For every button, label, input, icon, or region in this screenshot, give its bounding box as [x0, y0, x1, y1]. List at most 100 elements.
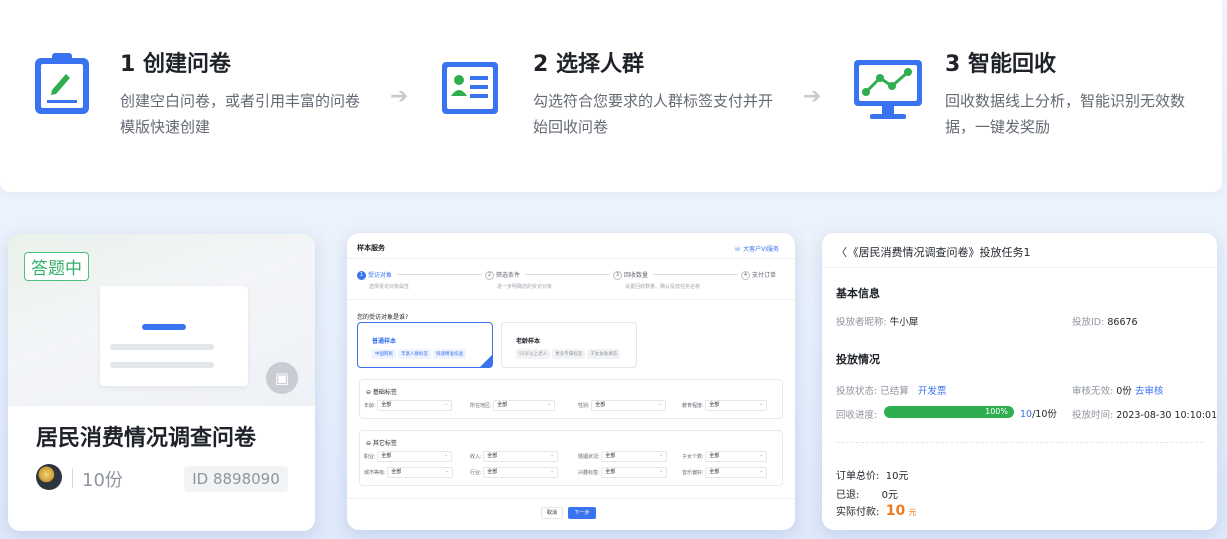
- invalid-label: 审核无效:: [1072, 386, 1114, 397]
- arrow-right-icon: ➔: [390, 84, 409, 109]
- status-title: 投放情况: [836, 353, 880, 366]
- back-icon[interactable]: 〈: [836, 246, 847, 259]
- job-select[interactable]: 职业: 全部: [364, 451, 453, 462]
- field-label: 收入:: [470, 454, 482, 460]
- order-total-label: 订单总价:: [836, 471, 880, 482]
- document-illustration: [100, 286, 248, 386]
- sample-service-card: 样本服务 ☏ 大客户VI服务 1 受访对象 2 筛选条件 3 回收数量 4 支付订单 选…: [347, 233, 795, 530]
- status-label: 投放状态:: [836, 386, 878, 397]
- select-value[interactable]: 全部: [483, 451, 559, 462]
- select-value[interactable]: 全部: [387, 467, 454, 478]
- nickname-value: 牛小犀: [889, 317, 919, 328]
- order-total-value: 10元: [885, 471, 909, 482]
- field-label: 行业:: [470, 470, 482, 476]
- field-label: 城市等级:: [364, 470, 386, 476]
- option-normal-sample[interactable]: 普通样本 中国网民 丰富人群标签 快速精准投送: [357, 322, 493, 368]
- select-value[interactable]: 全部: [601, 451, 668, 462]
- response-count: 10份: [82, 470, 123, 491]
- paid-unit: 元: [908, 508, 917, 517]
- field-label: 音乐偏好:: [682, 470, 704, 476]
- music-select[interactable]: 音乐偏好: 全部: [682, 467, 768, 478]
- marital-select[interactable]: 婚姻状况: 全部: [578, 451, 668, 462]
- field-label: 兴趣标签:: [578, 470, 600, 476]
- option-senior-sample[interactable]: 老龄样本 55岁以上老人 更多专属标签 子女协助填答: [501, 322, 637, 368]
- education-select[interactable]: 教育程度: 全部: [682, 400, 768, 411]
- paid-value: 10: [885, 503, 906, 519]
- status-badge: 答题中: [24, 252, 89, 281]
- field-label: 所在地区:: [470, 403, 492, 409]
- select-value[interactable]: 全部: [591, 400, 667, 411]
- progress-total: /10份: [1032, 409, 1057, 420]
- time-row: 投放时间: 2023-08-30 10:10:01: [1072, 407, 1217, 421]
- basic-tags-section: ⊖ 基础标签 年龄: 全部 所在地区: 全部 性别: 全部 教育程度: 全部: [359, 379, 783, 419]
- step-2[interactable]: 2 筛选条件: [485, 270, 520, 280]
- panel-title: 样本服务: [357, 244, 385, 252]
- select-value[interactable]: 全部: [483, 467, 559, 478]
- field-label: 婚姻状况:: [578, 454, 600, 460]
- nickname-row: 投放者昵称: 牛小犀: [836, 314, 918, 328]
- gender-select[interactable]: 性别: 全部: [578, 400, 667, 411]
- step-desc: 创建空白问卷，或者引用丰富的问卷模版快速创建: [120, 92, 361, 136]
- invoice-link[interactable]: 开发票: [918, 386, 947, 397]
- refund-row: 已退: 0元: [836, 486, 898, 501]
- paid-row: 实际付款: 10 元: [836, 503, 916, 519]
- city-level-select[interactable]: 城市等级: 全部: [364, 467, 454, 478]
- select-value[interactable]: 全部: [493, 400, 556, 411]
- step-title: 2 选择人群: [533, 52, 644, 77]
- headset-icon: ☏: [733, 246, 742, 253]
- select-value[interactable]: 全部: [705, 467, 768, 478]
- step-subtitle: 进一步明确您的受访对象: [497, 284, 553, 290]
- task-title: 《居民消费情况调查问卷》投放任务1: [853, 246, 1031, 259]
- step-subtitle: 选择受访对象属性: [369, 284, 410, 290]
- task-id-row: 投放ID: 86676: [1072, 314, 1138, 328]
- industry-select[interactable]: 行业: 全部: [470, 467, 559, 478]
- task-id-label: 投放ID:: [1072, 317, 1105, 328]
- children-select[interactable]: 子女个数: 全部: [682, 451, 768, 462]
- invalid-value: 0份: [1116, 386, 1132, 397]
- survey-cover: 答题中 ▣: [8, 234, 315, 406]
- step-3[interactable]: 3 回收数量: [613, 270, 648, 280]
- interest-select[interactable]: 兴趣标签: 全部: [578, 467, 668, 478]
- region-select[interactable]: 所在地区: 全部: [470, 400, 556, 411]
- step-1[interactable]: 1 受访对象: [357, 270, 392, 280]
- status-row: 投放状态: 已结算 开发票: [836, 383, 946, 397]
- step-subtitle: 设置回收数量、确认投放任务名称: [625, 284, 701, 290]
- other-tags-section: ⊖ 其它标签 职业: 全部 收入: 全部 婚姻状况: 全部 子女个数: 全部 城…: [359, 430, 783, 486]
- order-total-row: 订单总价: 10元: [836, 467, 908, 482]
- survey-title: 居民消费情况调查问卷: [36, 426, 257, 451]
- tag: 55岁以上老人: [516, 349, 551, 359]
- step-desc: 勾选符合您要求的人群标签支付并开始回收问卷: [533, 92, 774, 136]
- step-number: 4: [741, 271, 750, 280]
- step-number: 3: [613, 271, 622, 280]
- age-select[interactable]: 年龄: 全部: [364, 400, 453, 411]
- review-link[interactable]: 去审核: [1135, 386, 1164, 397]
- select-value[interactable]: 全部: [705, 400, 768, 411]
- next-button[interactable]: 下一步: [568, 507, 596, 519]
- time-value: 2023-08-30 10:10:01: [1116, 410, 1217, 421]
- step-title: 3 智能回收: [945, 52, 1056, 77]
- paid-label: 实际付款:: [836, 507, 880, 518]
- step-label: 筛选条件: [496, 272, 521, 279]
- select-value[interactable]: 全部: [705, 451, 768, 462]
- progress-done: 10: [1020, 409, 1033, 420]
- select-value[interactable]: 全部: [377, 451, 453, 462]
- select-value[interactable]: 全部: [377, 400, 453, 411]
- section-title[interactable]: ⊖ 基础标签: [366, 387, 397, 396]
- cancel-button[interactable]: 取消: [541, 507, 563, 519]
- progress-count: 10/10份: [1020, 406, 1057, 420]
- refund-label: 已退:: [836, 490, 860, 501]
- progress-percent: 100%: [985, 407, 1008, 416]
- select-value[interactable]: 全部: [601, 467, 668, 478]
- section-title[interactable]: ⊖ 其它标签: [366, 438, 397, 447]
- step-number: 1: [357, 271, 366, 280]
- user-list-icon: [442, 62, 498, 114]
- income-select[interactable]: 收入: 全部: [470, 451, 559, 462]
- check-image-icon[interactable]: ▣: [266, 362, 298, 394]
- survey-card[interactable]: 答题中 ▣ 居民消费情况调查问卷 10份 ID 8898090: [8, 234, 315, 531]
- step-4[interactable]: 4 支付订单: [741, 270, 776, 280]
- vip-service-link[interactable]: ☏ 大客户VI服务: [734, 244, 779, 253]
- step-number: 2: [485, 271, 494, 280]
- step-label: 受访对象: [368, 272, 393, 279]
- nickname-label: 投放者昵称:: [836, 317, 887, 328]
- tag: 丰富人群标签: [398, 349, 431, 359]
